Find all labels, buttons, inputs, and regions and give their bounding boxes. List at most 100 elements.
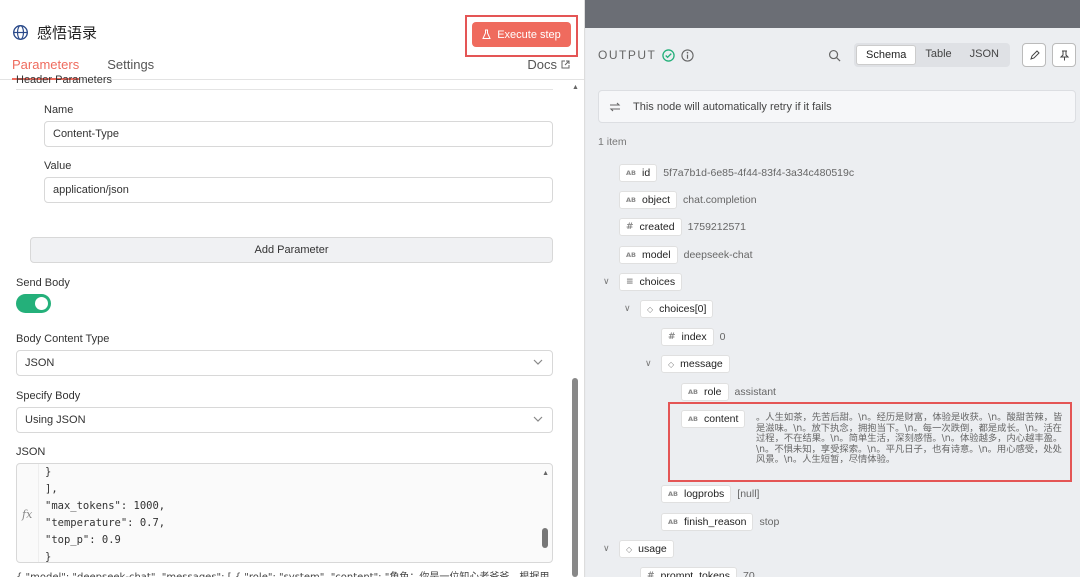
- search-icon[interactable]: [828, 49, 841, 62]
- field-value: deepseek-chat: [683, 249, 753, 261]
- edit-output-button[interactable]: [1022, 43, 1046, 67]
- toggle-knob: [35, 297, 48, 310]
- field-value: assistant: [734, 386, 776, 398]
- field-key-chip[interactable]: ◇ usage: [619, 540, 674, 558]
- field-key: model: [642, 249, 671, 261]
- execute-step-button[interactable]: Execute step: [472, 22, 571, 47]
- field-value: 5f7a7b1d-6e85-4f44-83f4-3a34c480519c: [663, 167, 855, 179]
- field-key: id: [642, 167, 651, 179]
- string-type-icon: AB: [626, 196, 636, 204]
- output-header: OUTPUT: [598, 48, 694, 62]
- field-message[interactable]: ◇ message: [661, 355, 730, 373]
- scroll-up-icon[interactable]: ▲: [572, 84, 579, 91]
- body-content-type-select[interactable]: JSON: [16, 350, 553, 376]
- field-key-chip[interactable]: ◇ choices[0]: [640, 300, 714, 318]
- field-index[interactable]: # index 0: [661, 328, 726, 346]
- globe-icon: [13, 25, 28, 40]
- field-value: [null]: [737, 488, 760, 500]
- field-choices[interactable]: ≡ choices: [619, 273, 683, 291]
- field-choices-0[interactable]: ◇ choices[0]: [640, 300, 714, 318]
- string-type-icon: AB: [626, 169, 636, 177]
- chevron-down-icon[interactable]: ∨: [603, 543, 610, 554]
- code-line: }: [45, 551, 52, 563]
- code-line: "temperature": 0.7,: [45, 517, 166, 529]
- node-title: 感悟语录: [37, 24, 98, 42]
- field-object[interactable]: AB object chat.completion: [619, 191, 757, 209]
- field-value: 1759212571: [687, 221, 746, 233]
- scroll-up-icon[interactable]: ▲: [542, 470, 549, 477]
- execute-step-label: Execute step: [497, 28, 561, 41]
- number-type-icon: #: [647, 571, 655, 577]
- field-value: chat.completion: [683, 194, 757, 206]
- code-line: ],: [45, 483, 58, 495]
- json-editor[interactable]: fx } ], "max_tokens": 1000, "temperature…: [16, 463, 553, 563]
- field-key: usage: [638, 543, 667, 555]
- json-code[interactable]: } ], "max_tokens": 1000, "temperature": …: [45, 464, 166, 563]
- number-type-icon: #: [626, 222, 634, 232]
- info-icon[interactable]: [681, 48, 694, 62]
- panel-scrollbar[interactable]: [572, 378, 578, 577]
- editor-scrollbar[interactable]: [542, 528, 548, 548]
- send-body-toggle[interactable]: [16, 294, 51, 313]
- field-key: finish_reason: [684, 516, 747, 528]
- field-key-chip[interactable]: # created: [619, 218, 682, 236]
- field-key-chip[interactable]: # index: [661, 328, 714, 346]
- field-value: 70: [743, 570, 755, 577]
- chevron-down-icon: [533, 359, 543, 365]
- field-usage[interactable]: ◇ usage: [619, 540, 674, 558]
- object-type-icon: ◇: [647, 304, 654, 314]
- external-link-icon: [561, 60, 570, 69]
- header-value-input[interactable]: application/json: [44, 177, 553, 203]
- view-schema[interactable]: Schema: [856, 45, 917, 65]
- top-bar: [585, 0, 1080, 28]
- string-type-icon: AB: [668, 490, 678, 498]
- docs-link[interactable]: Docs: [527, 57, 570, 72]
- value-label: Value: [44, 160, 72, 172]
- view-switcher: Schema Table JSON: [854, 43, 1010, 67]
- field-role[interactable]: AB role assistant: [681, 383, 776, 401]
- specify-body-select[interactable]: Using JSON: [16, 407, 553, 433]
- chevron-down-icon[interactable]: ∨: [645, 358, 652, 369]
- field-prompt-tokens[interactable]: # prompt_tokens 70: [640, 567, 755, 577]
- field-model[interactable]: AB model deepseek-chat: [619, 246, 753, 264]
- field-logprobs[interactable]: AB logprobs [null]: [661, 485, 759, 503]
- view-json[interactable]: JSON: [961, 45, 1008, 65]
- field-key-chip[interactable]: AB logprobs: [661, 485, 732, 503]
- field-content[interactable]: AB content: [681, 410, 746, 428]
- field-id[interactable]: AB id 5f7a7b1d-6e85-4f44-83f4-3a34c480519…: [619, 164, 854, 182]
- send-body-label: Send Body: [16, 277, 70, 289]
- field-key-chip[interactable]: ◇ message: [661, 355, 730, 373]
- field-key-chip[interactable]: AB finish_reason: [661, 513, 754, 531]
- field-key-chip[interactable]: AB id: [619, 164, 658, 182]
- add-parameter-button[interactable]: Add Parameter: [30, 237, 553, 263]
- field-key-chip[interactable]: AB content: [681, 410, 746, 428]
- string-type-icon: AB: [688, 415, 698, 423]
- field-key: choices: [639, 276, 676, 288]
- field-key-chip[interactable]: ≡ choices: [619, 273, 683, 291]
- docs-label: Docs: [527, 57, 557, 72]
- field-created[interactable]: # created 1759212571: [619, 218, 746, 236]
- field-finish-reason[interactable]: AB finish_reason stop: [661, 513, 779, 531]
- field-value: 0: [719, 331, 726, 343]
- view-table[interactable]: Table: [916, 45, 960, 65]
- retry-icon: [609, 102, 621, 111]
- string-type-icon: AB: [688, 388, 698, 396]
- pin-output-button[interactable]: [1052, 43, 1076, 67]
- node-title-row: 感悟语录: [12, 22, 97, 43]
- specify-body-label: Specify Body: [16, 390, 81, 402]
- output-panel: OUTPUT Schema Table JSON This node will …: [586, 28, 1080, 577]
- name-label: Name: [44, 104, 74, 116]
- field-key-chip[interactable]: AB role: [681, 383, 729, 401]
- number-type-icon: #: [668, 332, 676, 342]
- header-name-input[interactable]: Content-Type: [44, 121, 553, 147]
- expression-icon[interactable]: fx: [22, 508, 32, 521]
- field-key: object: [642, 194, 671, 206]
- object-type-icon: ◇: [626, 544, 633, 554]
- chevron-down-icon[interactable]: ∨: [624, 303, 631, 314]
- item-count: 1 item: [598, 136, 627, 148]
- chevron-down-icon[interactable]: ∨: [603, 276, 610, 287]
- field-key-chip[interactable]: # prompt_tokens: [640, 567, 738, 577]
- tab-settings[interactable]: Settings: [107, 57, 154, 80]
- field-key-chip[interactable]: AB object: [619, 191, 678, 209]
- field-key-chip[interactable]: AB model: [619, 246, 678, 264]
